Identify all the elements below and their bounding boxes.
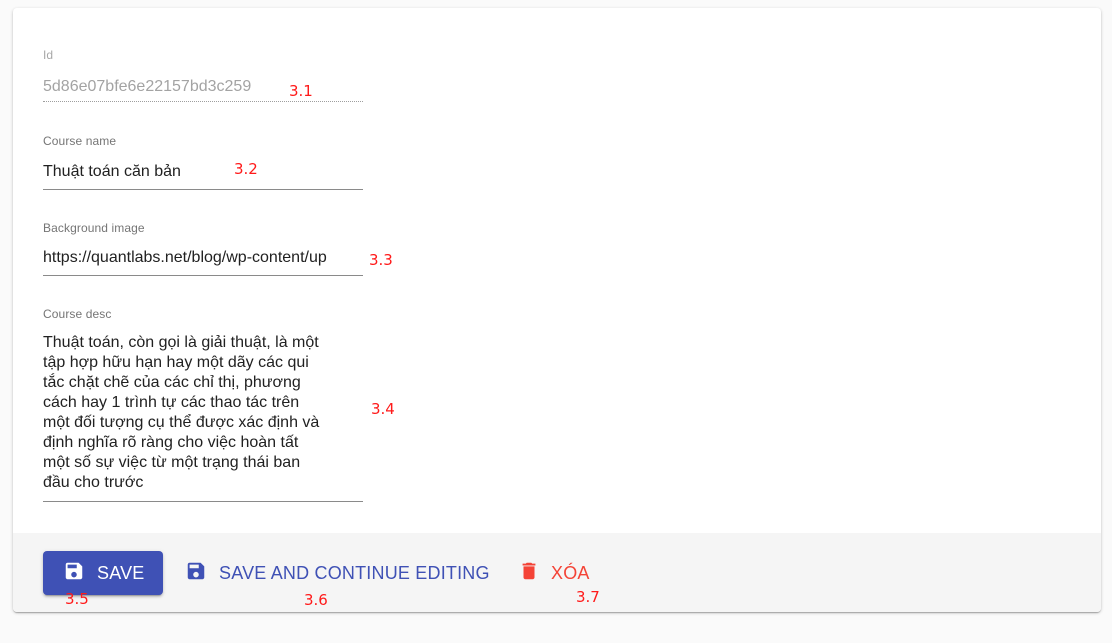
course-name-input[interactable]: Thuật toán căn bản bbox=[43, 162, 363, 182]
annotation-3-2: 3.2 bbox=[234, 160, 258, 178]
course-name-label: Course name bbox=[43, 134, 117, 148]
annotation-3-6: 3.6 bbox=[304, 591, 328, 609]
course-name-field[interactable]: Course name Thuật toán căn bản bbox=[43, 134, 363, 190]
save-and-continue-button[interactable]: SAVE AND CONTINUE EDITING bbox=[183, 551, 490, 595]
id-field-label: Id bbox=[43, 48, 54, 62]
background-image-label: Background image bbox=[43, 221, 145, 235]
background-image-field[interactable]: Background image https://quantlabs.net/b… bbox=[43, 221, 363, 277]
course-desc-textarea[interactable]: Thuật toán, còn gọi là giải thuật, là mộ… bbox=[43, 333, 353, 493]
annotation-3-1: 3.1 bbox=[289, 82, 313, 100]
save-icon bbox=[63, 560, 85, 587]
save-icon bbox=[185, 560, 207, 587]
id-field-underline bbox=[43, 101, 363, 102]
form-toolbar: SAVE SAVE AND CONTINUE EDITING XÓA 3.5 3… bbox=[13, 533, 1101, 612]
annotation-3-4: 3.4 bbox=[371, 400, 395, 418]
save-button-label: SAVE bbox=[97, 562, 145, 583]
course-desc-field[interactable]: Course desc Thuật toán, còn gọi là giải … bbox=[43, 307, 363, 502]
id-field-value: 5d86e07bfe6e22157bd3c259 bbox=[43, 78, 252, 95]
save-button[interactable]: SAVE bbox=[43, 551, 163, 595]
annotation-3-5: 3.5 bbox=[65, 590, 89, 608]
delete-button-label: XÓA bbox=[551, 562, 590, 583]
course-desc-underline bbox=[43, 501, 363, 502]
background-image-input[interactable]: https://quantlabs.net/blog/wp-content/up bbox=[43, 248, 363, 268]
course-desc-label: Course desc bbox=[43, 307, 112, 321]
delete-icon bbox=[518, 560, 540, 587]
background-image-underline bbox=[43, 275, 363, 276]
save-and-continue-label: SAVE AND CONTINUE EDITING bbox=[219, 562, 490, 583]
course-name-underline bbox=[43, 189, 363, 190]
annotation-3-7: 3.7 bbox=[576, 588, 600, 606]
annotation-3-3: 3.3 bbox=[369, 251, 393, 269]
id-field: Id 5d86e07bfe6e22157bd3c259 bbox=[43, 48, 363, 104]
edit-course-card: Id 5d86e07bfe6e22157bd3c259 Course name … bbox=[13, 8, 1101, 612]
